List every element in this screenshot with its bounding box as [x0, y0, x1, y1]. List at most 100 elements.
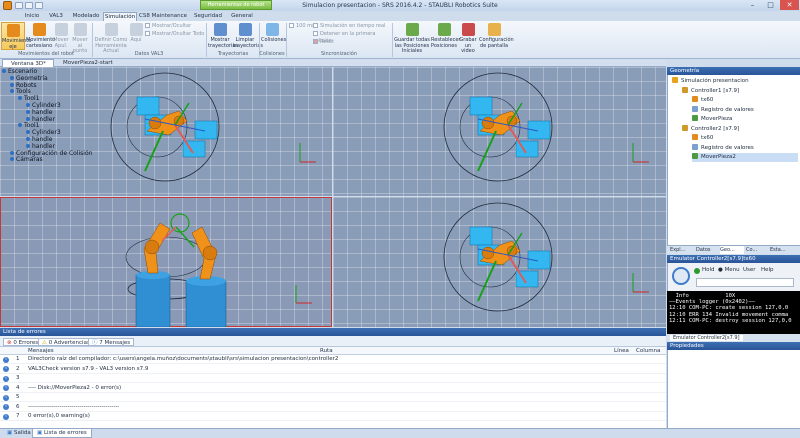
save-initial-positions-button[interactable]: Guardar todas las Posiciones Iniciales — [394, 22, 430, 54]
ribbon-separator — [392, 23, 393, 57]
tab-estado[interactable]: Esta... — [770, 246, 798, 254]
reset-button[interactable]: Reset — [313, 39, 353, 46]
checkbox-icon — [313, 31, 318, 36]
geometry-tree-item[interactable]: Registro de valores — [692, 105, 798, 115]
tab-colisiones[interactable]: Co... — [746, 246, 768, 254]
tab-val3[interactable]: VAL3 — [44, 12, 68, 21]
scene-tree-item[interactable]: Cámaras — [10, 156, 43, 163]
geometry-tree-item[interactable]: MoverPieza — [692, 115, 798, 124]
geometry-tree-item[interactable]: Simulación presentacion — [672, 77, 798, 86]
emulator-keypad[interactable] — [696, 278, 794, 287]
row-number: 7 — [16, 413, 20, 419]
app-logo-icon[interactable] — [3, 1, 12, 10]
filter-messages-button[interactable]: ⓘ 7 Mensajes — [88, 338, 135, 346]
geometry-node-icon — [692, 153, 698, 159]
column-ruta[interactable]: Ruta — [320, 348, 333, 354]
filter-warnings-button[interactable]: ⚠ 0 Advertencias — [38, 338, 94, 346]
column-mensajes[interactable]: Mensajes — [28, 348, 54, 354]
tab-lista-errores[interactable]: ▣ Lista de errores — [32, 429, 92, 438]
tab-cs8-maintenance[interactable]: CS8 Maintenance — [138, 12, 188, 21]
error-list: i 1 Directorio raíz del compilador: c:\use… — [0, 355, 666, 428]
workpiece — [469, 96, 493, 116]
maximize-button[interactable]: □ — [762, 0, 779, 10]
show-hide-all-button[interactable]: Mostrar/Ocultar Todo — [145, 31, 205, 38]
movement-axis-button[interactable]: Movimiento eje — [1, 22, 31, 50]
undo-icon[interactable] — [25, 2, 33, 9]
emulator-toolbar: Hold ● Menu User Help — [667, 263, 800, 291]
geometry-tree-item[interactable]: Registro de valores — [692, 143, 798, 153]
viewport-bottom-left[interactable] — [0, 197, 332, 327]
tab-inicio[interactable]: Inicio — [22, 12, 42, 21]
geometry-tree-item[interactable]: tx60 — [692, 96, 798, 105]
tab-salida[interactable]: ▣ Salida — [3, 429, 35, 438]
emulator-bottom-tab[interactable]: Emulator Controller2[s7.9] — [667, 334, 800, 342]
here-button[interactable]: Aquí — [129, 22, 143, 50]
table-row[interactable]: i5 — [0, 393, 666, 402]
tool-icon — [104, 23, 118, 36]
tab-datos[interactable]: Datos — [696, 246, 718, 254]
movement-cartesian-button[interactable]: Movimiento cartesiano — [26, 22, 55, 50]
viewport-bottom-right[interactable] — [333, 197, 666, 327]
record-video-button[interactable]: Grabar un video — [458, 22, 478, 54]
robot-joint — [202, 245, 218, 261]
emulator-title: Emulator Controller2[s7.9]tx60 — [667, 255, 800, 263]
geometry-tree-item[interactable]: Controller1 [s7.9] — [682, 86, 798, 96]
emulator-screen: Info 10X ——Events logger (0x2402)—— 12:10 … — [667, 291, 800, 334]
info-icon: i — [3, 385, 9, 391]
show-hide-button[interactable]: Mostrar/Ocultar — [145, 23, 195, 30]
table-row[interactable]: i 1 Directorio raíz del compilador: c:\use… — [0, 355, 666, 364]
table-row[interactable]: i 7 0 error(s),0 warning(s) — [0, 412, 666, 421]
screen-config-button[interactable]: Configuración de pantalla — [479, 22, 514, 50]
close-button[interactable]: ✕ — [780, 0, 799, 10]
table-row[interactable]: i3 — [0, 374, 666, 383]
context-tab-robot-tools[interactable]: Herramientas de robot — [200, 0, 272, 10]
set-current-tool-button[interactable]: Definir Como Herramienta Actual — [94, 22, 128, 54]
table-row[interactable]: i 2 VAL3Check version s7.9 - VAL3 version … — [0, 365, 666, 374]
redo-icon[interactable] — [35, 2, 43, 9]
column-columna[interactable]: Columna — [636, 348, 660, 354]
tab-general[interactable]: General — [228, 12, 256, 21]
info-icon: i — [3, 394, 9, 401]
geometry-node-icon — [692, 134, 698, 140]
tab-seguridad[interactable]: Seguridad — [190, 12, 226, 21]
group-label-trayectorias: Trayectorias — [217, 51, 249, 57]
robot-pedestal — [135, 274, 171, 327]
tab-modelado[interactable]: Modelado — [70, 12, 102, 21]
user-button[interactable]: User — [743, 267, 756, 273]
help-button[interactable]: Help — [761, 267, 774, 273]
realtime-sim-checkbox[interactable]: Simulación en tiempo real — [313, 23, 388, 30]
emulator-line: 12:10 ERR 134 Invalid movement comma — [669, 311, 789, 318]
geometry-panel: Simulación presentacion Controller1 [s7.9… — [667, 75, 800, 245]
error-icon: ⊗ — [7, 340, 12, 346]
save-icon[interactable] — [15, 2, 23, 9]
stop-first-collision-checkbox[interactable]: Detener en la primera colisión — [313, 31, 388, 44]
tab-geometria[interactable]: Geo... — [720, 246, 744, 254]
restore-positions-button[interactable]: Restablecer Posiciones — [431, 22, 460, 50]
tab-moverpieza2-start[interactable]: MoverPieza2-start — [55, 59, 115, 67]
table-row[interactable]: i 6 --------------------------------------… — [0, 403, 666, 412]
move-tool-button[interactable]: Mover Apul. — [53, 22, 69, 50]
info-icon: i — [3, 356, 9, 363]
menu-button[interactable]: ● Menu — [718, 267, 740, 273]
viewport-top-right[interactable] — [333, 67, 666, 196]
row-number: 6 — [16, 403, 20, 410]
tab-ventana-3d[interactable]: Ventana 3D* — [2, 59, 54, 67]
tab-explorer[interactable]: Expl... — [670, 246, 695, 254]
show-trajectories-button[interactable]: Mostrar trayectorias — [208, 22, 238, 50]
geometry-tree-item[interactable]: MoverPieza2 — [692, 153, 798, 162]
column-linea[interactable]: Línea — [614, 348, 629, 354]
tab-simulacion[interactable]: Simulación — [103, 12, 137, 21]
geometry-item-label: Simulación presentacion — [681, 78, 749, 84]
collisions-button[interactable]: Colisiones — [261, 22, 286, 50]
minimize-button[interactable]: – — [744, 0, 761, 10]
axis-arrow — [144, 130, 164, 172]
filter-errors-button[interactable]: ⊗ 0 Errores — [3, 338, 43, 346]
emulator-power-icon[interactable] — [672, 267, 690, 285]
clear-trajectories-button[interactable]: Limpiar trayectorias — [233, 22, 263, 50]
geometry-tree-item[interactable]: tx60 — [692, 134, 798, 143]
row-message: 0 error(s),0 warning(s) — [28, 413, 90, 419]
table-row[interactable]: i 4 ---- Disk://MoverPieza2 - 0 error(s) — [0, 384, 666, 393]
hold-label[interactable]: Hold — [702, 267, 715, 273]
geometry-tree-item[interactable]: Controller2 [s7.9] — [682, 124, 798, 134]
move-to-point-button[interactable]: Mover al punto — [70, 22, 90, 54]
